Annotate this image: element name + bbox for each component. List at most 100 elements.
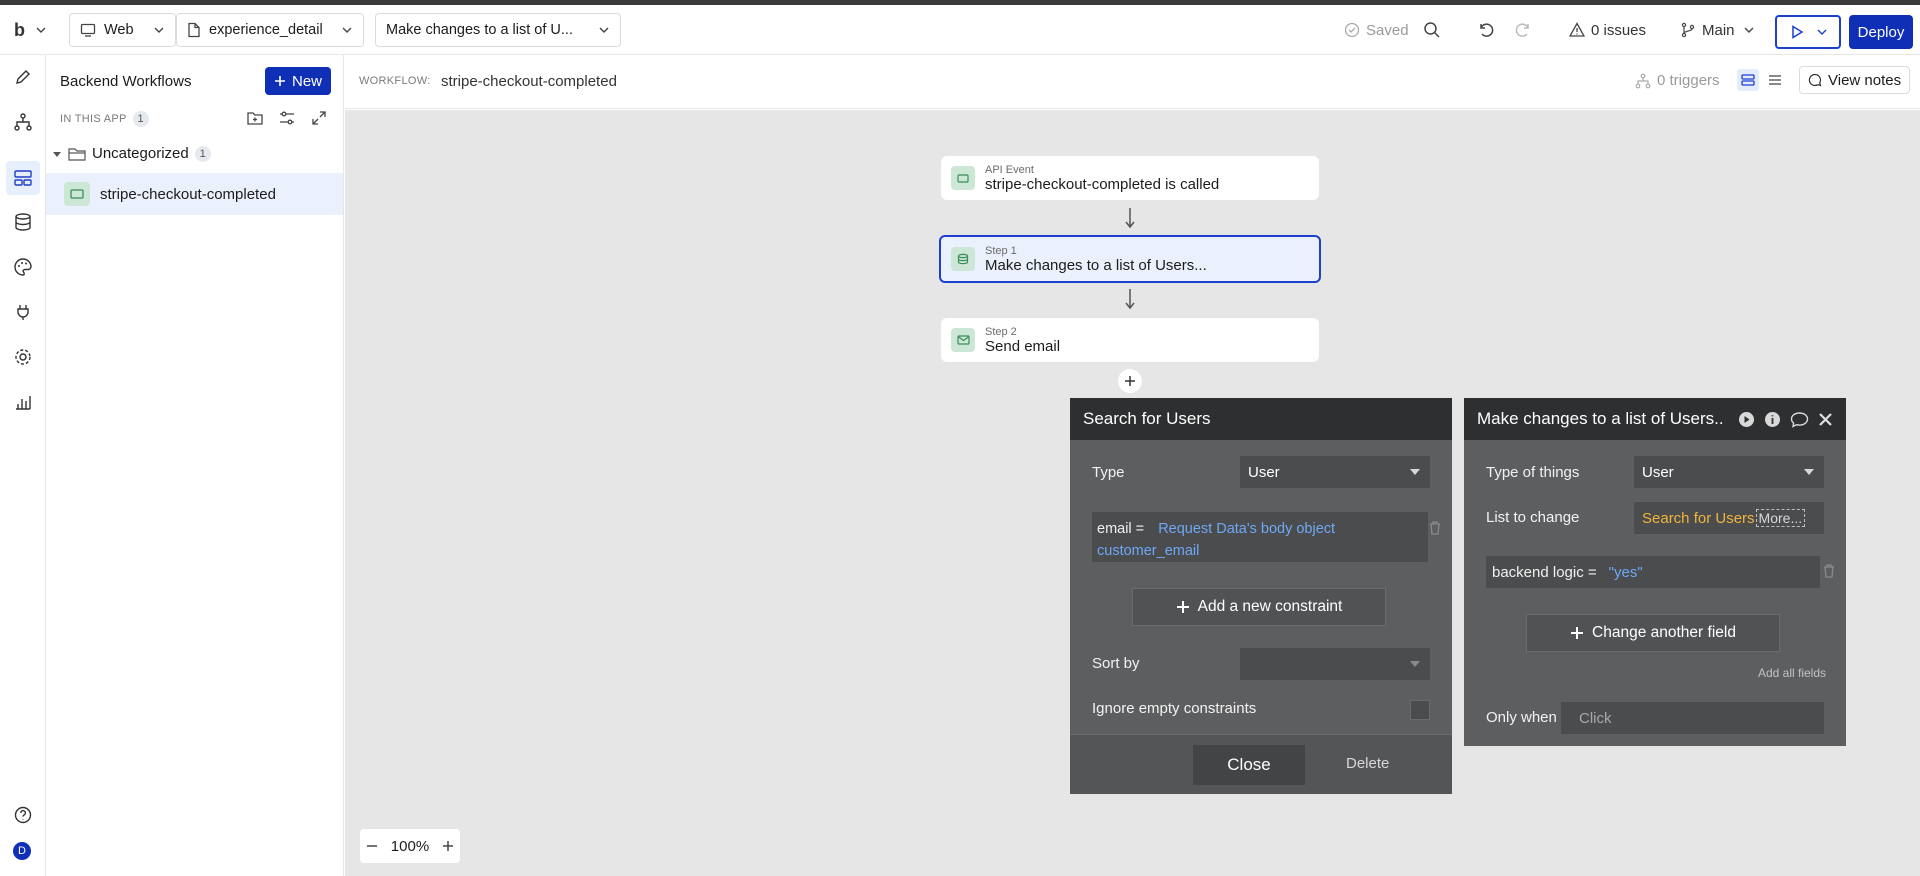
constraint-value-1[interactable]: Request Data's body object — [1158, 521, 1335, 537]
caret-down-icon — [1410, 469, 1420, 475]
analytics-icon[interactable] — [13, 392, 33, 412]
folder-uncategorized[interactable]: Uncategorized 1 — [52, 145, 211, 162]
search-button[interactable] — [1423, 13, 1441, 47]
list-to-change-value[interactable]: Search for Users — [1642, 510, 1755, 527]
arrow-down-icon — [1125, 208, 1135, 229]
palette-icon[interactable] — [13, 257, 33, 277]
play-icon — [1791, 25, 1803, 39]
plus-icon — [1176, 601, 1189, 613]
zoom-level: 100% — [390, 837, 430, 855]
in-this-app-header: IN THIS APP 1 — [60, 111, 149, 127]
backend-logic-field[interactable]: backend logic = "yes" — [1486, 556, 1820, 588]
backend-workflows-sidebar: Backend Workflows New IN THIS APP 1 Unca… — [46, 55, 344, 876]
constraint-value-2[interactable]: customer_email — [1097, 543, 1199, 559]
make-changes-panel: Make changes to a list of Users.. Type o… — [1464, 398, 1846, 746]
list-to-change-field[interactable]: Search for Users More... — [1634, 502, 1824, 534]
new-folder-icon[interactable] — [246, 109, 264, 127]
plugin-icon[interactable] — [13, 302, 33, 322]
undo-icon — [1480, 23, 1494, 37]
change-another-field-button[interactable]: Change another field — [1526, 614, 1780, 652]
email-constraint[interactable]: email = Request Data's body object custo… — [1092, 512, 1428, 562]
add-constraint-button[interactable]: Add a new constraint — [1132, 588, 1386, 626]
page-icon — [188, 22, 200, 38]
folder-count: 1 — [194, 145, 211, 162]
in-this-app-count: 1 — [132, 111, 149, 127]
workflow-select[interactable]: Make changes to a list of U... — [375, 13, 621, 47]
app-logo-menu[interactable]: b — [14, 13, 47, 47]
avatar-initial: D — [18, 845, 26, 857]
more-link[interactable]: More... — [1755, 509, 1806, 527]
left-rail: D — [0, 55, 46, 876]
chevron-down-icon — [342, 27, 352, 33]
close-icon[interactable] — [1818, 412, 1833, 427]
arrow-down-icon — [1125, 289, 1135, 310]
search-icon — [1424, 22, 1440, 38]
workflow-icon[interactable] — [13, 112, 33, 132]
platform-select[interactable]: Web — [69, 13, 176, 47]
step-2-card[interactable]: Step 2 Send email — [941, 318, 1319, 362]
warning-icon — [1569, 22, 1585, 37]
help-icon[interactable] — [13, 805, 33, 825]
list-view-icon — [1769, 75, 1781, 85]
play-circle-icon[interactable] — [1738, 411, 1755, 428]
deploy-button[interactable]: Deploy — [1849, 15, 1913, 49]
branch-select[interactable]: Main — [1680, 13, 1755, 47]
field-key: backend logic = — [1492, 563, 1597, 581]
sort-by-select[interactable] — [1240, 648, 1430, 680]
page-select[interactable]: experience_detail — [176, 13, 364, 47]
info-icon[interactable] — [1764, 411, 1781, 428]
triggers-status[interactable]: 0 triggers — [1635, 72, 1720, 89]
step-1-card[interactable]: Step 1 Make changes to a list of Users..… — [939, 235, 1321, 283]
only-when-field[interactable]: Click — [1561, 702, 1824, 734]
new-workflow-button[interactable]: New — [265, 67, 331, 95]
new-button-label: New — [291, 72, 322, 90]
avatar[interactable]: D — [13, 842, 31, 860]
database-icon[interactable] — [13, 212, 33, 232]
issues-label: 0 issues — [1591, 21, 1647, 39]
comment-icon[interactable] — [1790, 411, 1809, 428]
caret-down-icon — [1410, 661, 1420, 667]
ignore-empty-checkbox[interactable] — [1410, 700, 1430, 720]
view-notes-label: View notes — [1828, 71, 1902, 89]
trash-icon[interactable] — [1822, 563, 1836, 579]
delete-button[interactable]: Delete — [1346, 755, 1389, 772]
backend-workflows-icon[interactable] — [13, 168, 33, 188]
pencil-icon[interactable] — [13, 67, 33, 87]
api-event-icon — [64, 182, 90, 206]
settings-icon[interactable] — [13, 347, 33, 367]
step-2-label: Step 2 — [985, 325, 1017, 338]
zoom-out-icon[interactable] — [366, 840, 378, 852]
check-circle-icon — [1344, 22, 1360, 38]
api-event-icon — [951, 166, 975, 190]
trash-icon[interactable] — [1428, 520, 1442, 536]
card-view-icon — [1741, 74, 1755, 86]
view-notes-button[interactable]: View notes — [1799, 66, 1911, 94]
make-changes-title-text: Make changes to a list of Users.. — [1477, 409, 1724, 428]
caret-down-icon — [1804, 469, 1814, 475]
workflow-header-bar: WORKFLOW: stripe-checkout-completed 0 tr… — [345, 55, 1920, 109]
only-when-label: Only when — [1486, 709, 1557, 726]
sidebar-item-stripe-checkout-completed[interactable]: stripe-checkout-completed — [46, 173, 343, 215]
workflow-select-label: Make changes to a list of U... — [386, 22, 573, 38]
type-select[interactable]: User — [1240, 456, 1430, 488]
preview-button[interactable] — [1775, 15, 1841, 49]
zoom-control: 100% — [360, 829, 460, 863]
branch-label: Main — [1702, 21, 1735, 39]
close-button[interactable]: Close — [1193, 745, 1305, 785]
type-of-things-select[interactable]: User — [1634, 456, 1824, 488]
filter-sliders-icon[interactable] — [278, 109, 296, 127]
search-for-users-panel: Search for Users Type User email = Reque… — [1070, 398, 1452, 794]
list-view-toggle[interactable] — [1764, 69, 1786, 91]
event-card[interactable]: API Event stripe-checkout-completed is c… — [941, 156, 1319, 200]
add-all-fields-link[interactable]: Add all fields — [1758, 666, 1826, 680]
zoom-in-icon[interactable] — [442, 840, 454, 852]
issues-button[interactable]: 0 issues — [1569, 13, 1646, 47]
field-value[interactable]: "yes" — [1609, 564, 1643, 581]
card-view-toggle[interactable] — [1737, 69, 1759, 91]
add-step-button[interactable] — [1118, 369, 1142, 393]
redo-button[interactable] — [1514, 13, 1532, 47]
saved-status: Saved — [1344, 13, 1409, 47]
step-1-title: Make changes to a list of Users... — [985, 256, 1207, 274]
expand-icon[interactable] — [310, 109, 328, 127]
undo-button[interactable] — [1477, 13, 1495, 47]
